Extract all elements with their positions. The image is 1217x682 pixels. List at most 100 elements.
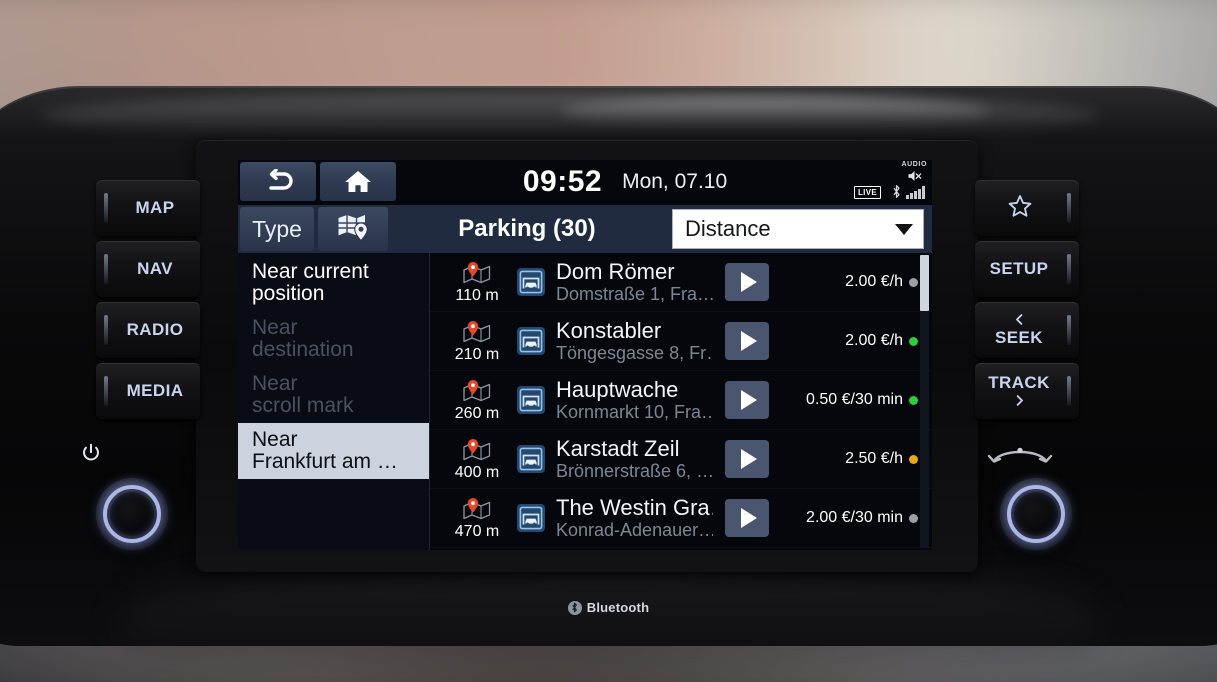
- poi-result-list[interactable]: 110 m Dom Römer Domstraße 1, Fra… 2.00 €…: [430, 253, 932, 550]
- availability-status-dot: [909, 336, 918, 346]
- list-scrollbar-thumb[interactable]: [920, 255, 929, 311]
- poi-text-cell: Konstabler Töngesgasse 8, Fr…: [552, 319, 713, 363]
- radio-button-label: RADIO: [126, 320, 184, 339]
- chevron-down-icon: [895, 223, 913, 235]
- button-indicator-sliver: [104, 376, 108, 406]
- chevron-right-icon: [1012, 393, 1027, 409]
- left-button-column: MAP NAV RADIO MEDIA: [96, 180, 200, 419]
- chevron-left-icon: [1012, 312, 1027, 328]
- volume-knob[interactable]: [96, 478, 168, 550]
- screenshot-root: MAP NAV RADIO MEDIA SETUP SEEK TRACK 09:…: [0, 0, 1217, 682]
- back-button[interactable]: [240, 162, 316, 201]
- route-play-button[interactable]: [725, 381, 769, 419]
- map-button-label: MAP: [135, 198, 175, 217]
- map-pin-icon: [336, 212, 370, 247]
- tune-rotate-icon: [985, 443, 1055, 472]
- type-filter-button[interactable]: Type: [240, 207, 314, 251]
- nav-button[interactable]: NAV: [96, 241, 200, 297]
- bluetooth-icon: [890, 184, 903, 204]
- route-play-button[interactable]: [725, 322, 769, 360]
- poi-price: 2.00 €/h: [845, 273, 903, 290]
- poi-address: Töngesgasse 8, Fr…: [556, 342, 713, 363]
- table-row[interactable]: 110 m Dom Römer Domstraße 1, Fra… 2.00 €…: [430, 253, 932, 312]
- home-button[interactable]: [320, 162, 396, 201]
- sidebar-item-near-scroll-mark[interactable]: Near scroll mark: [238, 367, 429, 423]
- track-button-label: TRACK: [988, 373, 1050, 392]
- power-icon: [80, 442, 102, 469]
- poi-text-cell: Hauptwache Kornmarkt 10, Fra…: [552, 378, 713, 422]
- sidebar-item-line2: scroll mark: [252, 394, 354, 418]
- sidebar-item-line2: destination: [252, 338, 354, 362]
- setup-button-label: SETUP: [989, 259, 1049, 278]
- poi-name: Konstabler: [556, 318, 662, 342]
- screen-body: Near current position Near destination N…: [238, 253, 932, 550]
- map-pin-icon: [444, 260, 510, 286]
- setup-button[interactable]: SETUP: [975, 241, 1079, 297]
- sidebar-item-line1: Near: [252, 428, 298, 452]
- distance-cell: 110 m: [444, 260, 510, 305]
- page-title: Parking (30): [458, 215, 596, 242]
- poi-address: Konrad-Adenauer…: [556, 519, 713, 540]
- distance-cell: 210 m: [444, 319, 510, 364]
- distance-value: 400 m: [454, 463, 500, 481]
- button-indicator-sliver: [1067, 193, 1071, 223]
- sidebar-item-line1: Near: [252, 316, 298, 340]
- sidebar-item-line2: position: [252, 282, 325, 306]
- poi-address: Domstraße 1, Fra…: [556, 283, 713, 304]
- play-icon: [740, 331, 757, 351]
- availability-status-dot: [909, 395, 918, 405]
- map-button[interactable]: MAP: [96, 180, 200, 236]
- sort-dropdown-value: Distance: [685, 216, 771, 241]
- poi-price: 2.00 €/h: [845, 332, 903, 349]
- sidebar-item-near-destination[interactable]: Near destination: [238, 311, 429, 367]
- route-play-button[interactable]: [725, 499, 769, 537]
- map-pin-icon: [444, 319, 510, 345]
- route-play-button[interactable]: [725, 440, 769, 478]
- map-pin-icon: [444, 378, 510, 404]
- table-row[interactable]: 260 m Hauptwache Kornmarkt 10, Fra… 0.50…: [430, 371, 932, 430]
- sidebar-item-near-current-position[interactable]: Near current position: [238, 255, 429, 311]
- radio-button[interactable]: RADIO: [96, 302, 200, 358]
- table-row[interactable]: 470 m The Westin Gra…: [430, 489, 932, 548]
- poi-name: Dom Römer: [556, 259, 675, 283]
- button-indicator-sliver: [104, 193, 108, 223]
- sidebar-item-near-frankfurt[interactable]: Near Frankfurt am …: [238, 423, 429, 480]
- clock-area: 09:52 Mon, 07.10: [398, 160, 852, 205]
- availability-status-dot: [909, 277, 918, 287]
- map-view-button[interactable]: [318, 207, 388, 251]
- status-bar: 09:52 Mon, 07.10 AUDIO LIVE: [238, 160, 932, 205]
- play-icon: [740, 272, 757, 292]
- audio-label: AUDIO: [901, 161, 927, 168]
- seek-button[interactable]: SEEK: [975, 302, 1079, 358]
- poi-toolbar: Type Parking (30) Distance: [238, 205, 932, 253]
- track-button[interactable]: TRACK: [975, 363, 1079, 419]
- distance-value: 210 m: [454, 345, 500, 363]
- nav-button-label: NAV: [137, 259, 173, 278]
- list-scrollbar[interactable]: [920, 255, 929, 548]
- poi-address: Kornmarkt 10, Fra…: [556, 401, 713, 422]
- home-icon: [344, 169, 372, 195]
- bluetooth-wordmark: Bluetooth: [586, 600, 650, 615]
- favorites-button[interactable]: [975, 180, 1079, 236]
- poi-text-cell: Karstadt Zeil Brönnerstraße 6, …: [552, 437, 713, 481]
- sort-dropdown[interactable]: Distance: [672, 209, 924, 249]
- sidebar-item-line2: Frankfurt am …: [252, 450, 398, 474]
- sidebar-item-line1: Near: [252, 372, 298, 396]
- table-row[interactable]: 400 m Karstadt Zeil Brönnerstraße 6, … 2…: [430, 430, 932, 489]
- distance-value: 110 m: [455, 286, 499, 304]
- clock-time: 09:52: [522, 164, 603, 198]
- tune-knob[interactable]: [1000, 478, 1072, 550]
- poi-address: Brönnerstraße 6, …: [556, 460, 713, 481]
- button-indicator-sliver: [1067, 315, 1071, 345]
- clock-date: Mon, 07.10: [622, 169, 728, 193]
- map-pin-icon: [444, 437, 510, 463]
- media-button-label: MEDIA: [126, 381, 184, 400]
- status-icons: AUDIO LIVE: [852, 160, 932, 205]
- play-icon: [740, 390, 757, 410]
- media-button[interactable]: MEDIA: [96, 363, 200, 419]
- route-play-button[interactable]: [725, 263, 769, 301]
- poi-text-cell: The Westin Gra… Konrad-Adenauer…: [552, 496, 713, 540]
- table-row[interactable]: 210 m Konstabler Töngesgasse 8, Fr… 2.00…: [430, 312, 932, 371]
- parking-garage-icon: [510, 267, 552, 297]
- dashboard-gloss-highlight-2: [560, 96, 990, 126]
